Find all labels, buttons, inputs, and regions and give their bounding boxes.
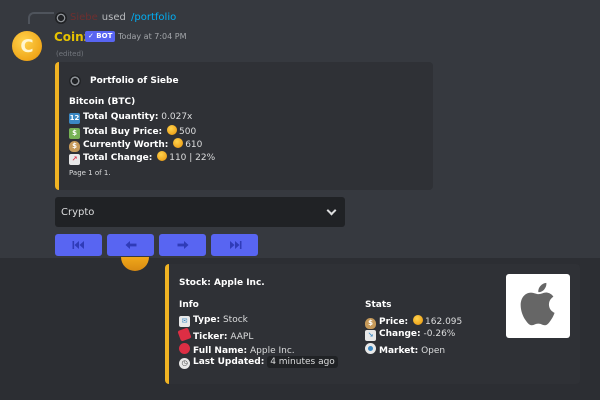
apple-icon — [179, 343, 190, 354]
chart-decreasing-icon: ↘ — [365, 330, 376, 341]
stats-market: Market: Open — [365, 343, 445, 356]
field-value: AAPL — [230, 332, 254, 342]
embed-title: Bitcoin (BTC) — [69, 97, 136, 107]
message-timestamp: Today at 7:04 PM — [118, 32, 187, 41]
field-label: Last Updated: — [193, 357, 265, 367]
first-page-button[interactable] — [55, 234, 102, 256]
field-currently-worth: $ Currently Worth: 610 — [69, 138, 202, 152]
next-page-button[interactable] — [159, 234, 206, 256]
reply-used-text: used — [101, 12, 126, 23]
coin-icon — [157, 151, 168, 161]
previous-page-icon — [125, 241, 136, 249]
previous-page-button[interactable] — [107, 234, 154, 256]
reply-connector — [28, 12, 54, 24]
field-label: Full Name: — [193, 346, 248, 356]
coin-icon — [413, 315, 424, 325]
reply-avatar[interactable] — [55, 12, 67, 24]
reply-command[interactable]: /portfolio — [131, 12, 176, 23]
first-page-icon — [72, 241, 84, 249]
field-label: Ticker: — [193, 332, 228, 342]
field-value: Apple Inc. — [249, 346, 295, 356]
field-value: 500 — [179, 127, 197, 137]
field-label: Price: — [379, 317, 409, 327]
ticket-icon — [177, 327, 192, 342]
field-total-change: ↗ Total Change: 110 | 22% — [69, 151, 215, 165]
stats-change: ↘ Change: -0.26% — [365, 329, 455, 341]
stock-embed: Stock: Apple Inc. Info Stats ✉ Type: Stoc… — [165, 264, 580, 384]
stats-heading: Stats — [365, 300, 392, 310]
field-value: Open — [421, 346, 446, 356]
apple-logo-thumbnail[interactable] — [506, 274, 570, 338]
category-select[interactable]: Crypto — [55, 197, 345, 227]
last-page-icon — [229, 241, 241, 249]
field-label: Change: — [379, 329, 421, 339]
edited-label: (edited) — [56, 50, 84, 58]
field-value: Stock — [222, 315, 248, 325]
field-label: Total Change: — [83, 153, 153, 163]
stats-price: $ Price: 162.095 — [365, 315, 462, 329]
chevron-down-icon — [326, 205, 337, 215]
portfolio-embed: Portfolio of Siebe Bitcoin (BTC) 12 Total… — [55, 62, 433, 190]
money-bag-icon: $ — [365, 318, 376, 329]
embed-title: Stock: Apple Inc. — [179, 278, 265, 288]
chart-increasing-icon: ↗ — [69, 154, 80, 165]
author-avatar-icon — [69, 75, 81, 87]
field-value: 610 — [185, 140, 203, 150]
reply-header: Siebe used /portfolio — [70, 12, 176, 23]
field-value: 4 minutes ago — [267, 356, 338, 368]
embed-author: Portfolio of Siebe — [69, 75, 179, 87]
info-full-name: Full Name: Apple Inc. — [179, 343, 295, 356]
field-total-quantity: 12 Total Quantity: 0.027x — [69, 112, 192, 124]
field-label: Currently Worth: — [83, 140, 169, 150]
clock-icon: ◷ — [179, 358, 190, 369]
field-total-buy-price: $ Total Buy Price: 500 — [69, 125, 196, 139]
info-last-updated: ◷ Last Updated: 4 minutes ago — [179, 356, 338, 369]
field-label: Total Quantity: — [83, 112, 159, 122]
select-value: Crypto — [61, 206, 95, 218]
last-page-button[interactable] — [211, 234, 258, 256]
info-ticker: Ticker: AAPL — [177, 327, 254, 342]
embed-author-name: Portfolio of Siebe — [90, 76, 179, 86]
reply-username[interactable]: Siebe — [70, 12, 98, 23]
envelope-icon: ✉ — [179, 316, 190, 327]
field-value: 162.095 — [425, 317, 463, 327]
radio-button-icon — [365, 343, 376, 354]
input-numbers-icon: 12 — [69, 113, 80, 124]
bot-tag: ✓ BOT — [85, 31, 116, 42]
bot-avatar[interactable]: C — [12, 31, 42, 61]
embed-footer: Page 1 of 1. — [69, 169, 111, 177]
next-page-icon — [177, 241, 188, 249]
field-value: -0.26% — [423, 329, 456, 339]
apple-logo-icon — [520, 282, 555, 326]
field-label: Type: — [193, 315, 221, 325]
coin-icon — [173, 138, 184, 148]
info-heading: Info — [179, 300, 199, 310]
field-value: 110 | 22% — [169, 153, 216, 163]
field-value: 0.027x — [161, 112, 193, 122]
field-label: Market: — [379, 346, 419, 356]
field-label: Total Buy Price: — [83, 127, 163, 137]
coin-icon — [167, 125, 178, 135]
info-type: ✉ Type: Stock — [179, 315, 248, 327]
